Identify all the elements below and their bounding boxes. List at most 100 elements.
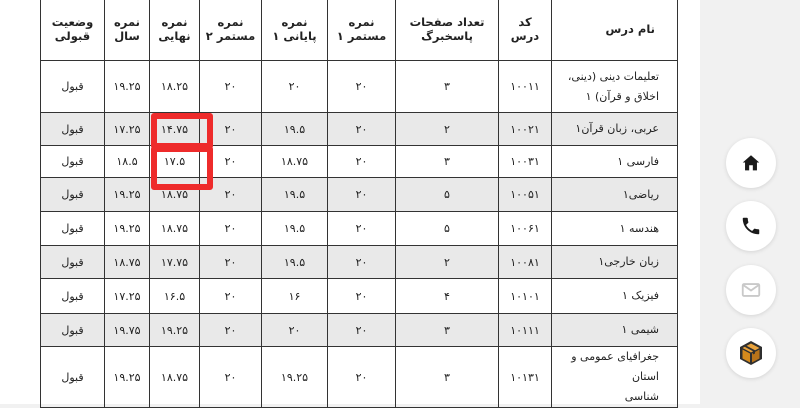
status-cell: قبول [40, 112, 105, 146]
table-row: شیمی ۱ ۱۰۱۱۱ ۳ ۲۰ ۲۰ ۲۰ ۱۹.۲۵ ۱۹.۷۵ قبول [40, 313, 678, 347]
year-cell: ۱۷.۲۵ [104, 278, 150, 314]
header-continuous-1-line1: نمره [348, 14, 375, 29]
final-1-cell: ۱۹.۲۵ [261, 346, 328, 408]
year-cell: ۱۷.۲۵ [104, 112, 150, 146]
continuous-1-cell: ۲۰ [327, 346, 396, 408]
course-name-line2: اخلاق و قرآن) ۱ [585, 89, 659, 103]
code-cell: ۱۰۰۳۱ [498, 145, 552, 178]
status-cell: قبول [40, 346, 105, 408]
header-year-line1: نمره [114, 14, 140, 29]
header-status: وضعیت قبولی [40, 0, 105, 61]
highlight-box-arabic-final [151, 113, 213, 149]
course-name-cell: شیمی ۱ [551, 313, 678, 347]
header-continuous-2: نمره مستمر ۲ [199, 0, 262, 61]
course-name-line2: شناسی [624, 390, 659, 403]
continuous-1-cell: ۲۰ [327, 60, 396, 113]
code-cell: ۱۰۱۰۱ [498, 278, 552, 314]
final-cell: ۱۷.۷۵ [149, 245, 200, 279]
code-cell: ۱۰۰۲۱ [498, 112, 552, 146]
final-1-cell: ۱۹.۵ [261, 245, 328, 279]
header-answer-pages: تعداد صفحات پاسخبرگ [395, 0, 499, 61]
grades-table: نام درس کد درس تعداد صفحات پاسخبرگ نمره مست… [40, 0, 678, 408]
header-status-line1: وضعیت [51, 14, 94, 29]
continuous-2-cell: ۲۰ [199, 245, 262, 279]
final-cell: ۱۸.۷۵ [149, 211, 200, 246]
year-cell: ۱۹.۲۵ [104, 211, 150, 246]
status-cell: قبول [40, 313, 105, 347]
year-cell: ۱۹.۲۵ [104, 177, 150, 212]
pages-cell: ۲ [395, 245, 499, 279]
final-cell: ۱۹.۲۵ [149, 313, 200, 347]
header-code-line2: درس [510, 28, 540, 43]
final-1-cell: ۲۰ [261, 313, 328, 347]
header-row: نام درس کد درس تعداد صفحات پاسخبرگ نمره مست… [40, 0, 678, 61]
header-course-name-text: نام درس [605, 21, 655, 36]
table-row: ریاضی۱ ۱۰۰۵۱ ۵ ۲۰ ۱۹.۵ ۲۰ ۱۸.۷۵ ۱۹.۲۵ قب… [40, 177, 678, 212]
year-cell: ۱۹.۷۵ [104, 313, 150, 347]
course-name-cell: تعلیمات دینی (دینی، اخلاق و قرآن) ۱ [551, 60, 678, 113]
status-cell: قبول [40, 145, 105, 178]
package-icon [740, 341, 762, 365]
continuous-1-cell: ۲۰ [327, 278, 396, 314]
home-button[interactable] [726, 138, 776, 188]
header-code-line1: کد [518, 14, 532, 29]
pages-cell: ۲ [395, 112, 499, 146]
pages-cell: ۳ [395, 346, 499, 408]
table-row: فارسی ۱ ۱۰۰۳۱ ۳ ۲۰ ۱۸.۷۵ ۲۰ ۱۷.۵ ۱۸.۵ قب… [40, 145, 678, 178]
continuous-1-cell: ۲۰ [327, 313, 396, 347]
continuous-2-cell: ۲۰ [199, 346, 262, 408]
header-continuous-2-line2: مستمر ۲ [205, 28, 256, 43]
header-final-1-line2: پایانی ۱ [272, 28, 317, 43]
code-cell: ۱۰۰۸۱ [498, 245, 552, 279]
header-continuous-1: نمره مستمر ۱ [327, 0, 396, 61]
year-cell: ۱۹.۲۵ [104, 346, 150, 408]
continuous-1-cell: ۲۰ [327, 177, 396, 212]
final-1-cell: ۱۶ [261, 278, 328, 314]
course-name-cell: زبان خارجی۱ [551, 245, 678, 279]
continuous-2-cell: ۲۰ [199, 313, 262, 347]
final-cell: ۱۸.۲۵ [149, 60, 200, 113]
header-final-1-line1: نمره [281, 14, 308, 29]
year-cell: ۱۹.۲۵ [104, 60, 150, 113]
continuous-1-cell: ۲۰ [327, 245, 396, 279]
header-answer-pages-line1: تعداد صفحات [409, 14, 485, 29]
course-name-cell: جغرافیای عمومی و استان شناسی [551, 346, 678, 408]
status-cell: قبول [40, 211, 105, 246]
continuous-2-cell: ۲۰ [199, 278, 262, 314]
course-name-line1: تعلیمات دینی (دینی، [567, 69, 659, 83]
final-cell: ۱۶.۵ [149, 278, 200, 314]
final-1-cell: ۱۹.۵ [261, 112, 328, 146]
continuous-1-cell: ۲۰ [327, 112, 396, 146]
final-1-cell: ۱۹.۵ [261, 211, 328, 246]
course-name-cell: فیزیک ۱ [551, 278, 678, 314]
package-button[interactable] [726, 328, 776, 378]
final-1-cell: ۲۰ [261, 60, 328, 113]
phone-icon [742, 217, 760, 235]
table-row: هندسه ۱ ۱۰۰۶۱ ۵ ۲۰ ۱۹.۵ ۲۰ ۱۸.۷۵ ۱۹.۲۵ ق… [40, 211, 678, 246]
continuous-2-cell: ۲۰ [199, 60, 262, 113]
table-row: عربی، زبان قرآن۱ ۱۰۰۲۱ ۲ ۲۰ ۱۹.۵ ۲۰ ۱۴.۷… [40, 112, 678, 146]
pages-cell: ۴ [395, 278, 499, 314]
transcript-sheet: نام درس کد درس تعداد صفحات پاسخبرگ نمره مست… [0, 0, 700, 408]
table-row: تعلیمات دینی (دینی، اخلاق و قرآن) ۱ ۱۰۰۱۱… [40, 60, 678, 113]
header-final: نمره نهایی [149, 0, 200, 61]
code-cell: ۱۰۰۱۱ [498, 60, 552, 113]
year-cell: ۱۸.۷۵ [104, 245, 150, 279]
header-year: نمره سال [104, 0, 150, 61]
header-year-line2: سال [114, 28, 140, 43]
highlight-box-persian-final [151, 146, 213, 190]
pages-cell: ۵ [395, 177, 499, 212]
call-button[interactable] [726, 201, 776, 251]
header-continuous-1-line2: مستمر ۱ [336, 28, 387, 43]
course-name-line1: جغرافیای عمومی و استان [571, 350, 659, 383]
header-final-1: نمره پایانی ۱ [261, 0, 328, 61]
status-cell: قبول [40, 60, 105, 113]
header-final-line2: نهایی [158, 28, 191, 43]
continuous-1-cell: ۲۰ [327, 145, 396, 178]
email-button[interactable] [726, 265, 776, 315]
pages-cell: ۵ [395, 211, 499, 246]
course-name-cell: هندسه ۱ [551, 211, 678, 246]
course-name-cell: عربی، زبان قرآن۱ [551, 112, 678, 146]
mail-icon [741, 283, 761, 297]
final-1-cell: ۱۸.۷۵ [261, 145, 328, 178]
